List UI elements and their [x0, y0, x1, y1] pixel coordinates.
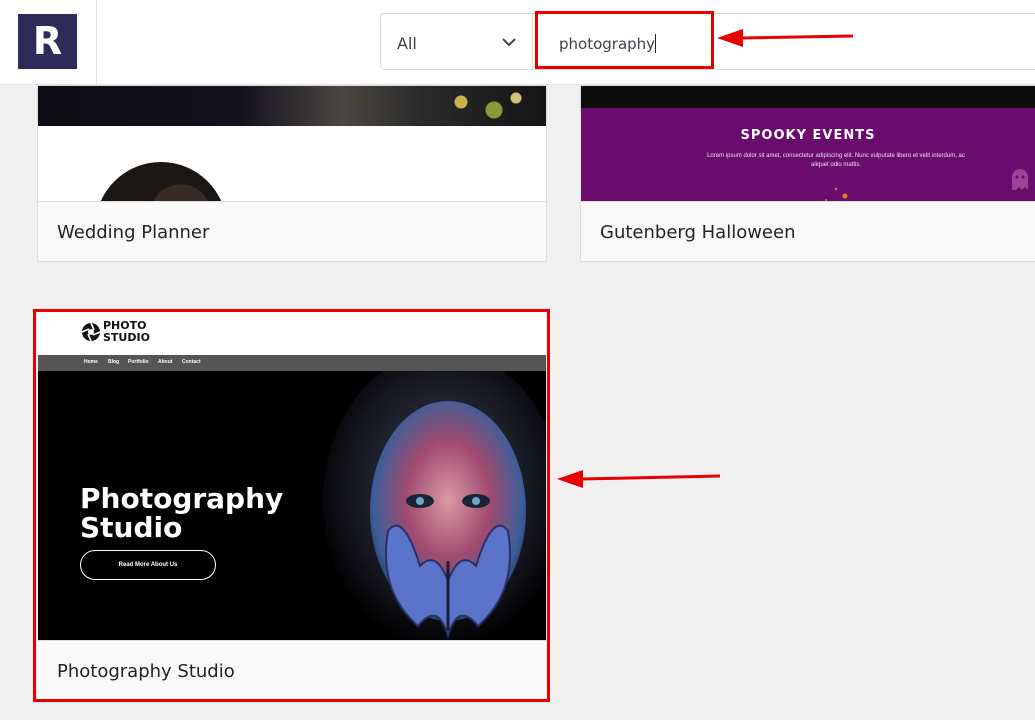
halloween-preview-top [581, 86, 1035, 108]
arrow-pointing-card-icon [557, 470, 721, 488]
arrow-pointing-search-icon [717, 29, 854, 47]
halloween-decor-icon [825, 187, 848, 201]
halloween-heading: SPOOKY EVENTS [740, 128, 876, 143]
logo-area: R [0, 0, 97, 85]
template-label: Gutenberg Halloween [581, 201, 1035, 261]
ghost-icon [1012, 169, 1028, 190]
template-name: Wedding Planner [57, 222, 210, 243]
top-bar: R All photography [0, 0, 1035, 85]
template-label: Wedding Planner [38, 201, 546, 261]
app-logo[interactable]: R [18, 14, 77, 69]
chevron-down-icon [502, 38, 516, 47]
category-filter-select[interactable]: All [380, 13, 532, 70]
halloween-subtext: Lorem ipsum dolor sit amet, consectetur … [707, 153, 965, 168]
search-highlight-box [535, 11, 714, 69]
template-name: Gutenberg Halloween [600, 222, 796, 243]
filter-selected-value: All [397, 34, 417, 53]
wedding-flowers-image [428, 86, 538, 126]
card-highlight-box [33, 309, 550, 702]
template-card-wedding-planner[interactable]: Wedding Planner [37, 85, 547, 262]
template-card-gutenberg-halloween[interactable]: SPOOKY EVENTS Lorem ipsum dolor sit amet… [580, 85, 1035, 262]
